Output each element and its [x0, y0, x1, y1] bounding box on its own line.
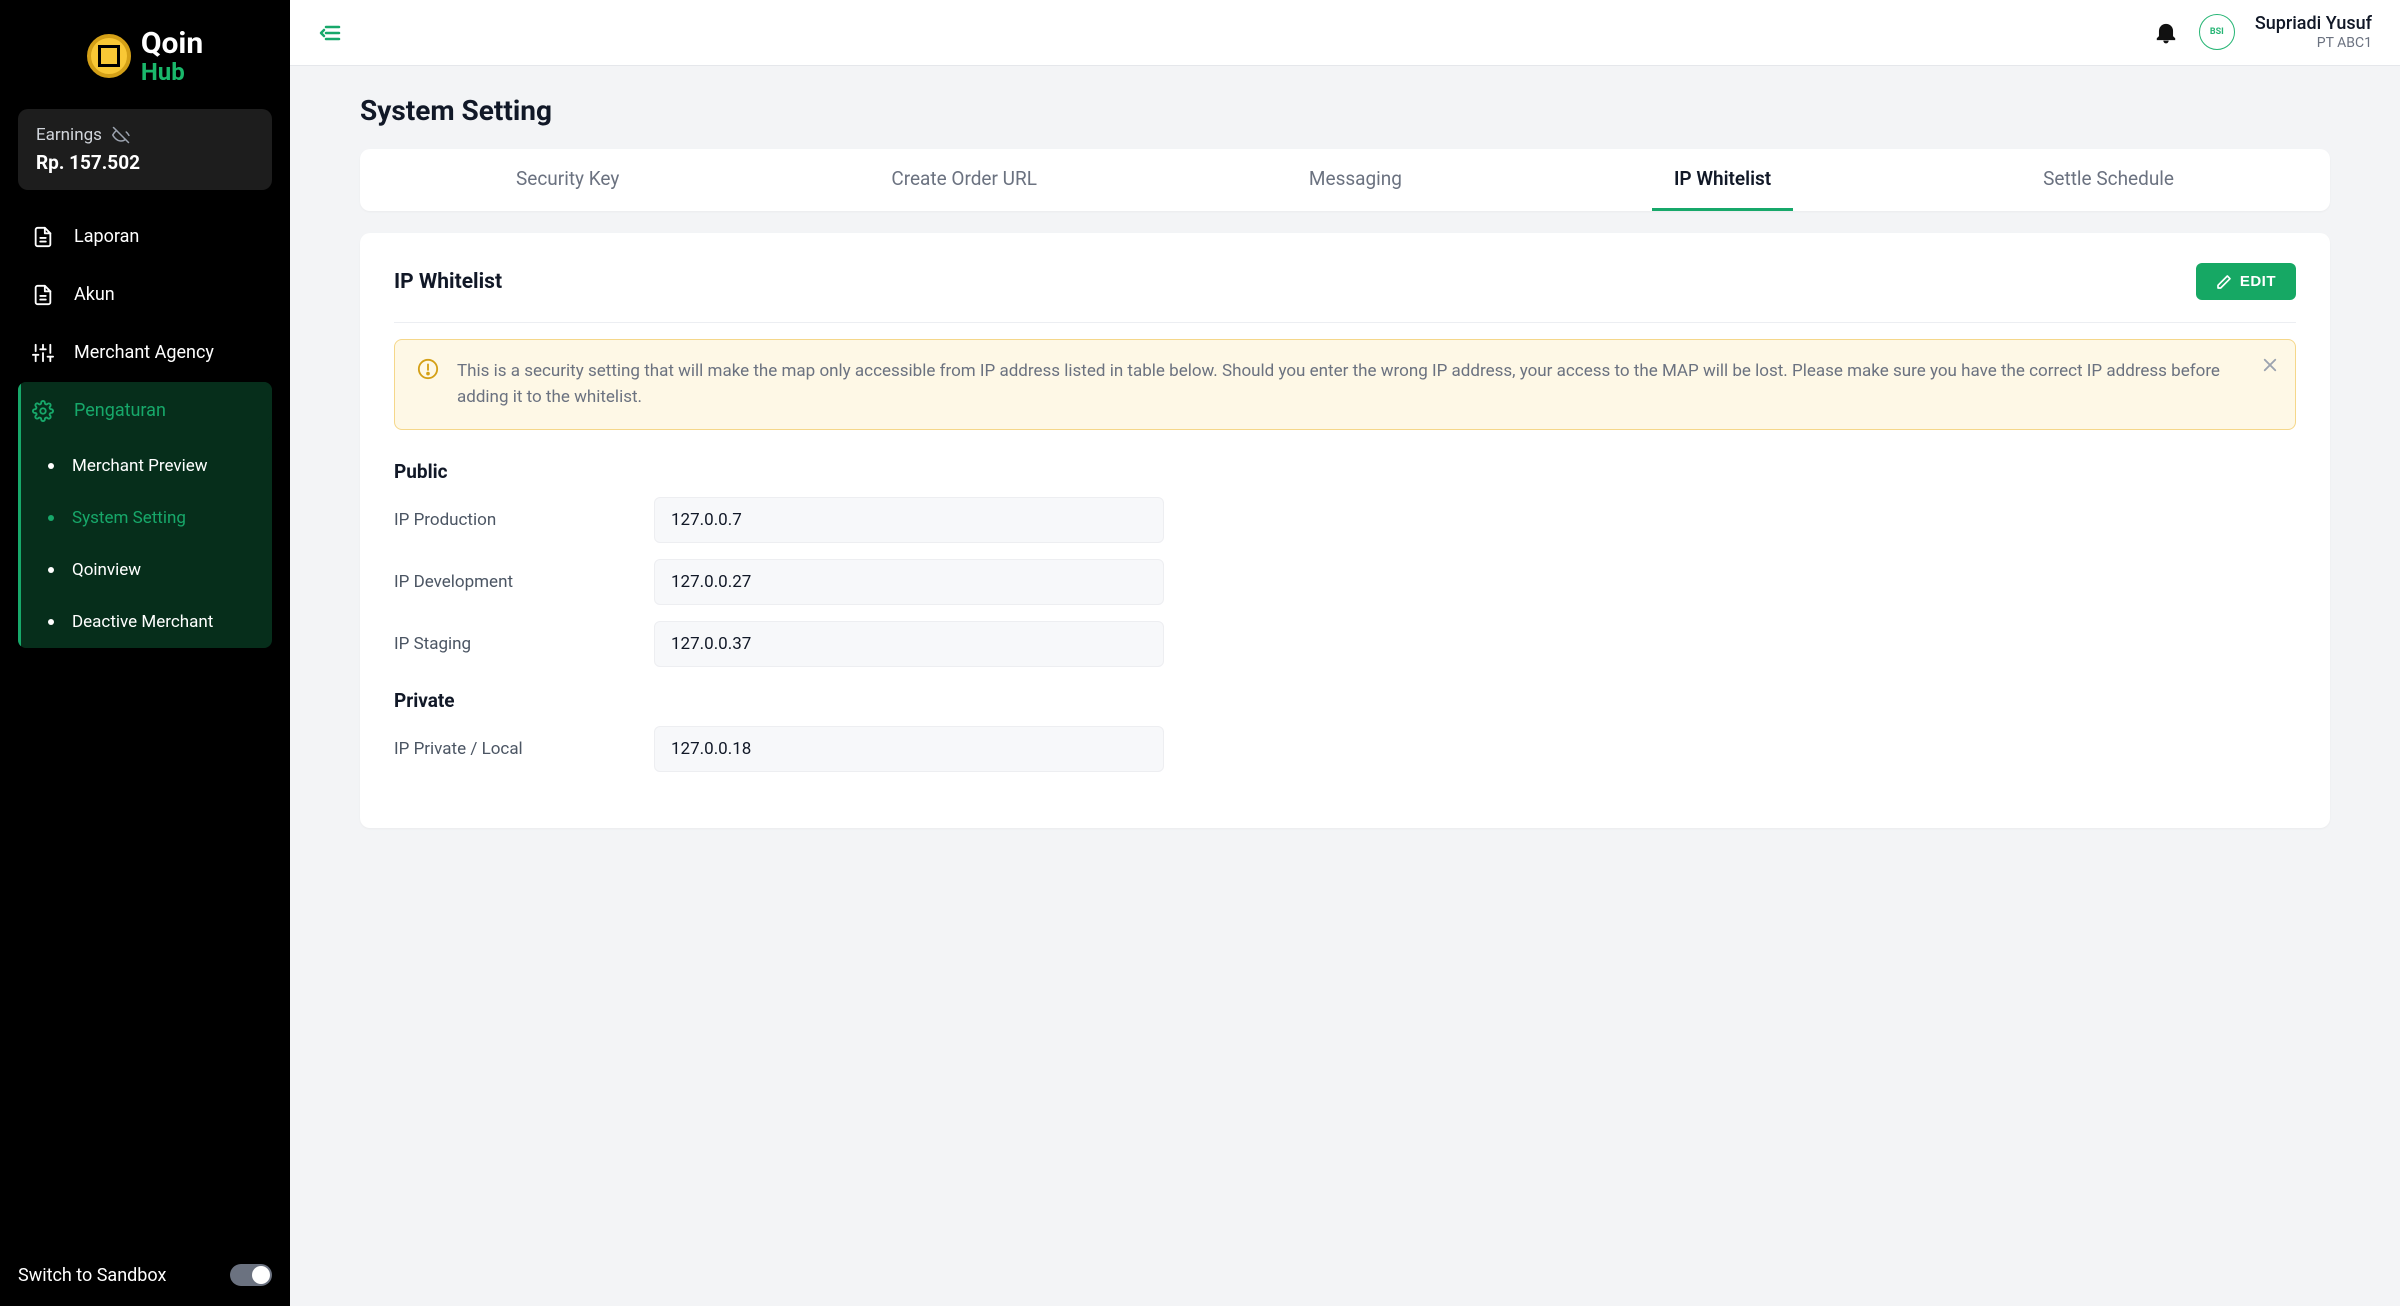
tab-messaging[interactable]: Messaging	[1287, 149, 1424, 211]
sidebar-group-pengaturan: Pengaturan Merchant Preview System Setti…	[18, 382, 272, 648]
earnings-label: Earnings	[36, 125, 102, 145]
sidebar: Qoin Hub Earnings Rp. 157.502 Laporan	[0, 0, 290, 1306]
field-ip-staging: IP Staging 127.0.0.37	[394, 621, 2296, 667]
visibility-off-icon[interactable]	[112, 126, 130, 144]
bell-icon[interactable]	[2153, 19, 2179, 45]
sidebar-item-akun[interactable]: Akun	[18, 266, 272, 324]
user-block[interactable]: Supriadi Yusuf PT ABC1	[2255, 13, 2372, 51]
sliders-icon	[32, 342, 54, 364]
field-ip-production: IP Production 127.0.0.7	[394, 497, 2296, 543]
sidebar-item-label: Laporan	[74, 226, 139, 247]
sidebar-subitem-merchant-preview[interactable]: Merchant Preview	[18, 440, 272, 492]
bullet-icon	[48, 515, 54, 521]
tab-create-order-url[interactable]: Create Order URL	[869, 149, 1059, 211]
sidebar-subitem-label: System Setting	[72, 508, 186, 528]
warning-text: This is a security setting that will mak…	[457, 358, 2247, 411]
sidebar-subitem-deactive-merchant[interactable]: Deactive Merchant	[18, 596, 272, 648]
earnings-value: Rp. 157.502	[36, 151, 254, 174]
bullet-icon	[48, 619, 54, 625]
warning-alert: This is a security setting that will mak…	[394, 339, 2296, 430]
sidebar-item-laporan[interactable]: Laporan	[18, 208, 272, 266]
section-title-private: Private	[394, 689, 2296, 712]
earnings-card: Earnings Rp. 157.502	[18, 109, 272, 190]
field-label: IP Production	[394, 510, 654, 530]
section-title-public: Public	[394, 460, 2296, 483]
field-label: IP Development	[394, 572, 654, 592]
ip-whitelist-panel: IP Whitelist EDIT This is a security set…	[360, 233, 2330, 828]
brand-logo[interactable]: Qoin Hub	[18, 28, 272, 85]
sidebar-subitem-label: Merchant Preview	[72, 456, 208, 476]
sandbox-row: Switch to Sandbox	[18, 1264, 272, 1286]
sidebar-subitem-qoinview[interactable]: Qoinview	[18, 544, 272, 596]
user-name: Supriadi Yusuf	[2255, 13, 2372, 35]
brand-name-bottom: Hub	[141, 60, 203, 85]
tab-settle-schedule[interactable]: Settle Schedule	[2021, 149, 2196, 211]
page-title: System Setting	[360, 94, 2330, 127]
bullet-icon	[48, 567, 54, 573]
close-icon[interactable]	[2261, 356, 2279, 374]
gear-icon	[32, 400, 54, 422]
field-value: 127.0.0.7	[654, 497, 1164, 543]
document-icon	[32, 284, 54, 306]
sidebar-item-label: Pengaturan	[74, 400, 166, 421]
warning-icon	[417, 358, 439, 411]
field-value: 127.0.0.18	[654, 726, 1164, 772]
field-value: 127.0.0.37	[654, 621, 1164, 667]
sidebar-subitem-label: Deactive Merchant	[72, 612, 213, 632]
collapse-sidebar-icon[interactable]	[318, 21, 342, 45]
document-icon	[32, 226, 54, 248]
field-label: IP Private / Local	[394, 739, 654, 759]
user-org: PT ABC1	[2255, 35, 2372, 52]
org-avatar[interactable]: BSI	[2199, 14, 2235, 50]
sandbox-toggle[interactable]	[230, 1264, 272, 1286]
sidebar-item-pengaturan[interactable]: Pengaturan	[18, 382, 272, 440]
tab-ip-whitelist[interactable]: IP Whitelist	[1652, 149, 1793, 211]
tab-security-key[interactable]: Security Key	[494, 149, 641, 211]
sidebar-subitem-label: Qoinview	[72, 560, 141, 580]
edit-button-label: EDIT	[2240, 273, 2276, 290]
logo-icon	[87, 34, 131, 78]
edit-button[interactable]: EDIT	[2196, 263, 2296, 300]
topbar: BSI Supriadi Yusuf PT ABC1	[290, 0, 2400, 66]
field-ip-development: IP Development 127.0.0.27	[394, 559, 2296, 605]
field-ip-private-local: IP Private / Local 127.0.0.18	[394, 726, 2296, 772]
field-value: 127.0.0.27	[654, 559, 1164, 605]
sidebar-item-label: Akun	[74, 284, 115, 305]
brand-name-top: Qoin	[141, 28, 203, 60]
sidebar-item-merchant-agency[interactable]: Merchant Agency	[18, 324, 272, 382]
bullet-icon	[48, 463, 54, 469]
sandbox-label: Switch to Sandbox	[18, 1265, 166, 1286]
sidebar-item-label: Merchant Agency	[74, 342, 214, 363]
panel-title: IP Whitelist	[394, 270, 502, 294]
sidebar-subitem-system-setting[interactable]: System Setting	[18, 492, 272, 544]
tabs: Security Key Create Order URL Messaging …	[360, 149, 2330, 211]
pencil-icon	[2216, 274, 2232, 290]
field-label: IP Staging	[394, 634, 654, 654]
